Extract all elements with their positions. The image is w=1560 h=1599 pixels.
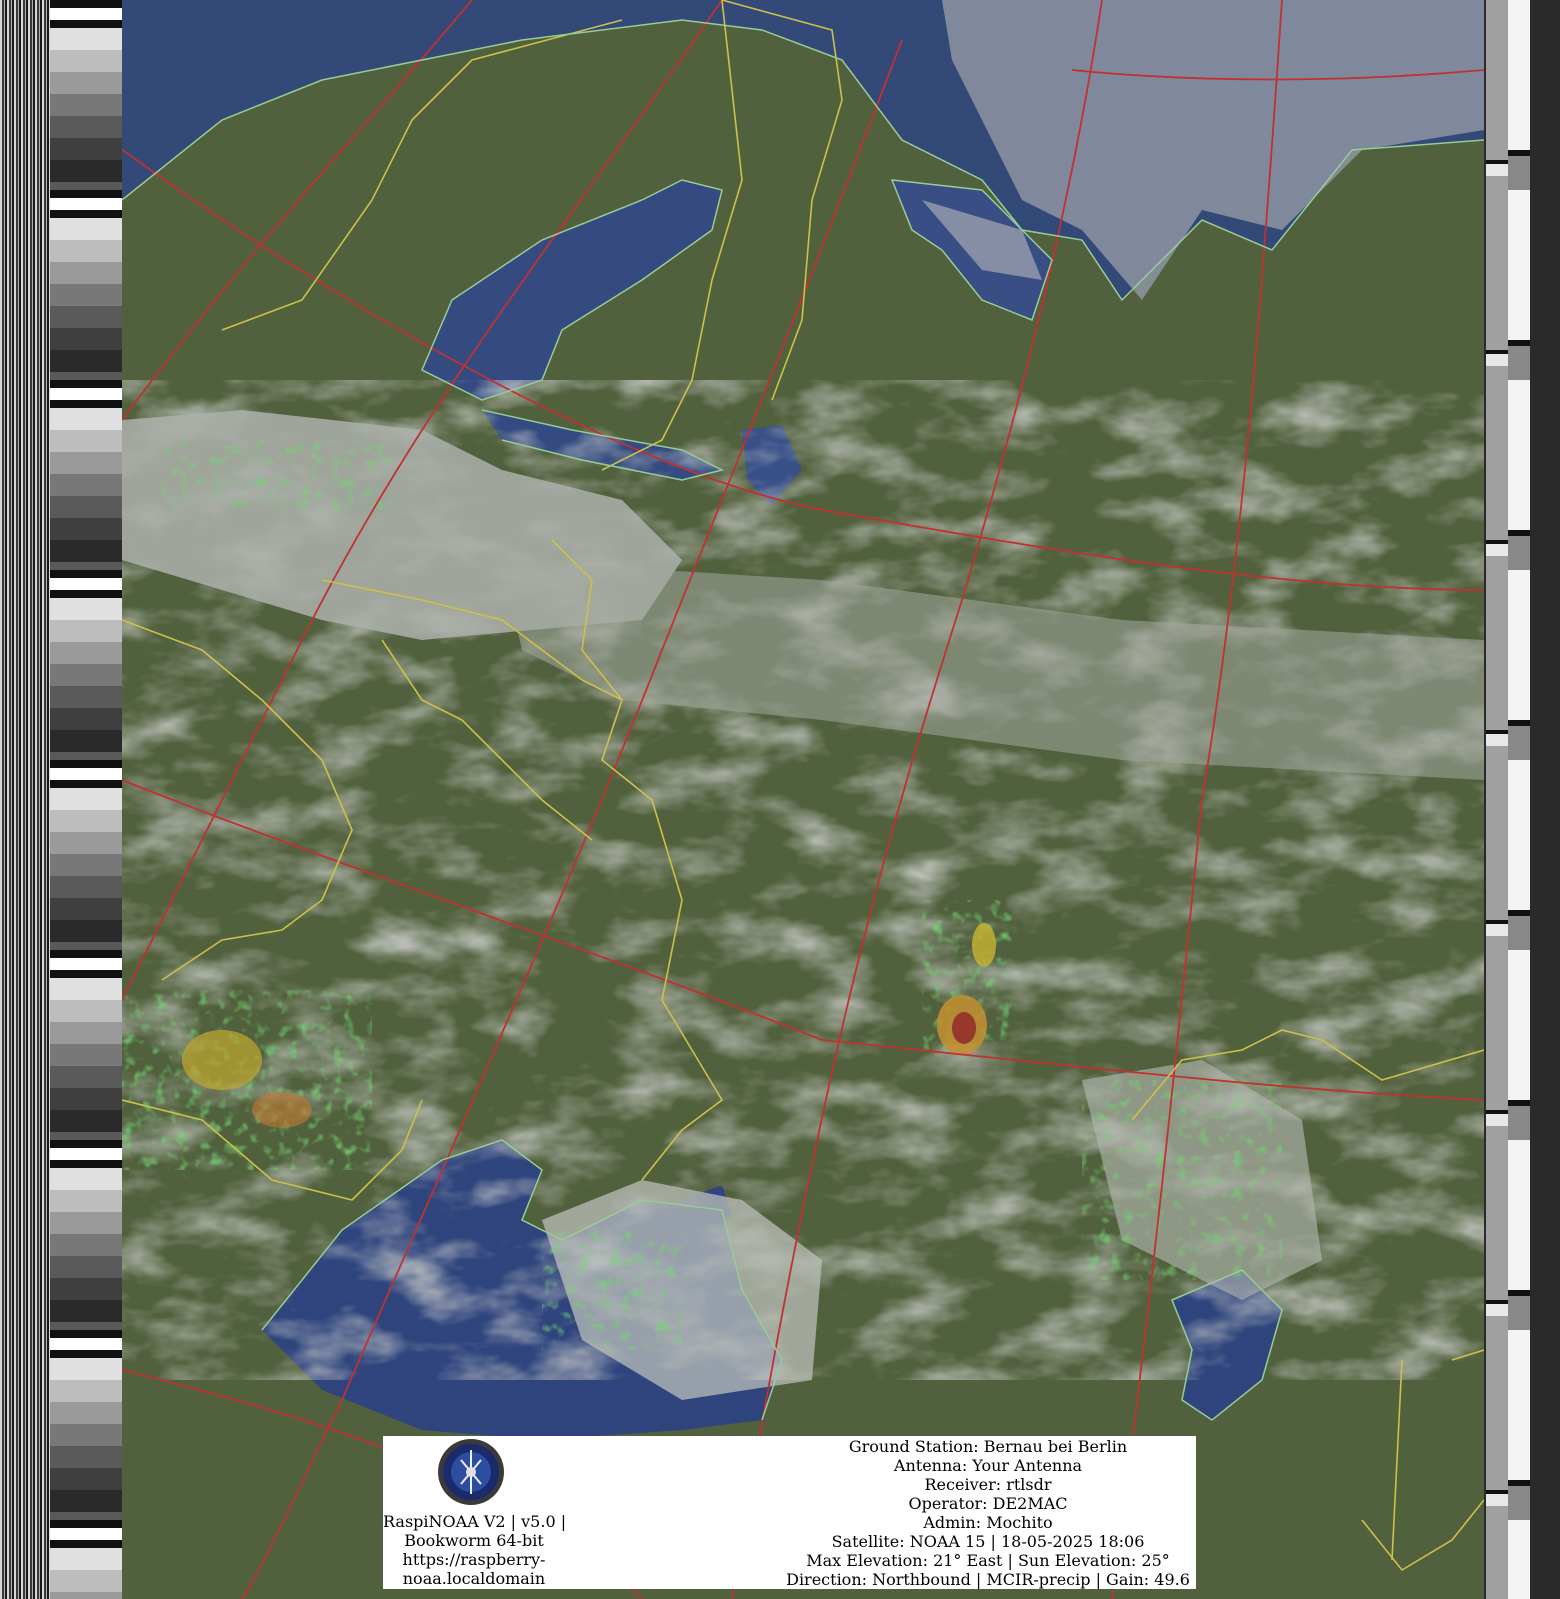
url-line-1: https://raspberry- bbox=[402, 1550, 546, 1569]
ground-station: Ground Station: Bernau bei Berlin bbox=[848, 1437, 1128, 1456]
software-version: RaspiNOAA V2 | v5.0 | bbox=[383, 1512, 567, 1531]
telemetry-wedges-right bbox=[1486, 0, 1508, 1599]
url-line-2: noaa.localdomain bbox=[402, 1569, 546, 1588]
operator: Operator: DE2MAC bbox=[908, 1494, 1068, 1513]
telemetry-wedges-left bbox=[50, 0, 122, 1599]
receiver: Receiver: rtlsdr bbox=[924, 1475, 1052, 1494]
antenna: Antenna: Your Antenna bbox=[893, 1456, 1083, 1475]
satellite-image bbox=[122, 0, 1484, 1599]
direction: Direction: Northbound | MCIR-precip | Ga… bbox=[786, 1570, 1190, 1589]
os-version: Bookworm 64-bit bbox=[404, 1531, 544, 1550]
info-panel: RaspiNOAA V2 | v5.0 | Bookworm 64-bit ht… bbox=[383, 1436, 1196, 1589]
pass-info: Ground Station: Bernau bei Berlin Antenn… bbox=[783, 1437, 1193, 1589]
raspinoaa-logo bbox=[437, 1438, 505, 1506]
telemetry-bright-right bbox=[1508, 0, 1530, 1599]
software-info: RaspiNOAA V2 | v5.0 | Bookworm 64-bit ht… bbox=[383, 1512, 567, 1588]
telemetry-noise-left bbox=[0, 0, 50, 1599]
satellite-pass: Satellite: NOAA 15 | 18-05-2025 18:06 bbox=[831, 1532, 1145, 1551]
admin: Admin: Mochito bbox=[923, 1513, 1053, 1532]
elevation: Max Elevation: 21° East | Sun Elevation:… bbox=[806, 1551, 1170, 1570]
